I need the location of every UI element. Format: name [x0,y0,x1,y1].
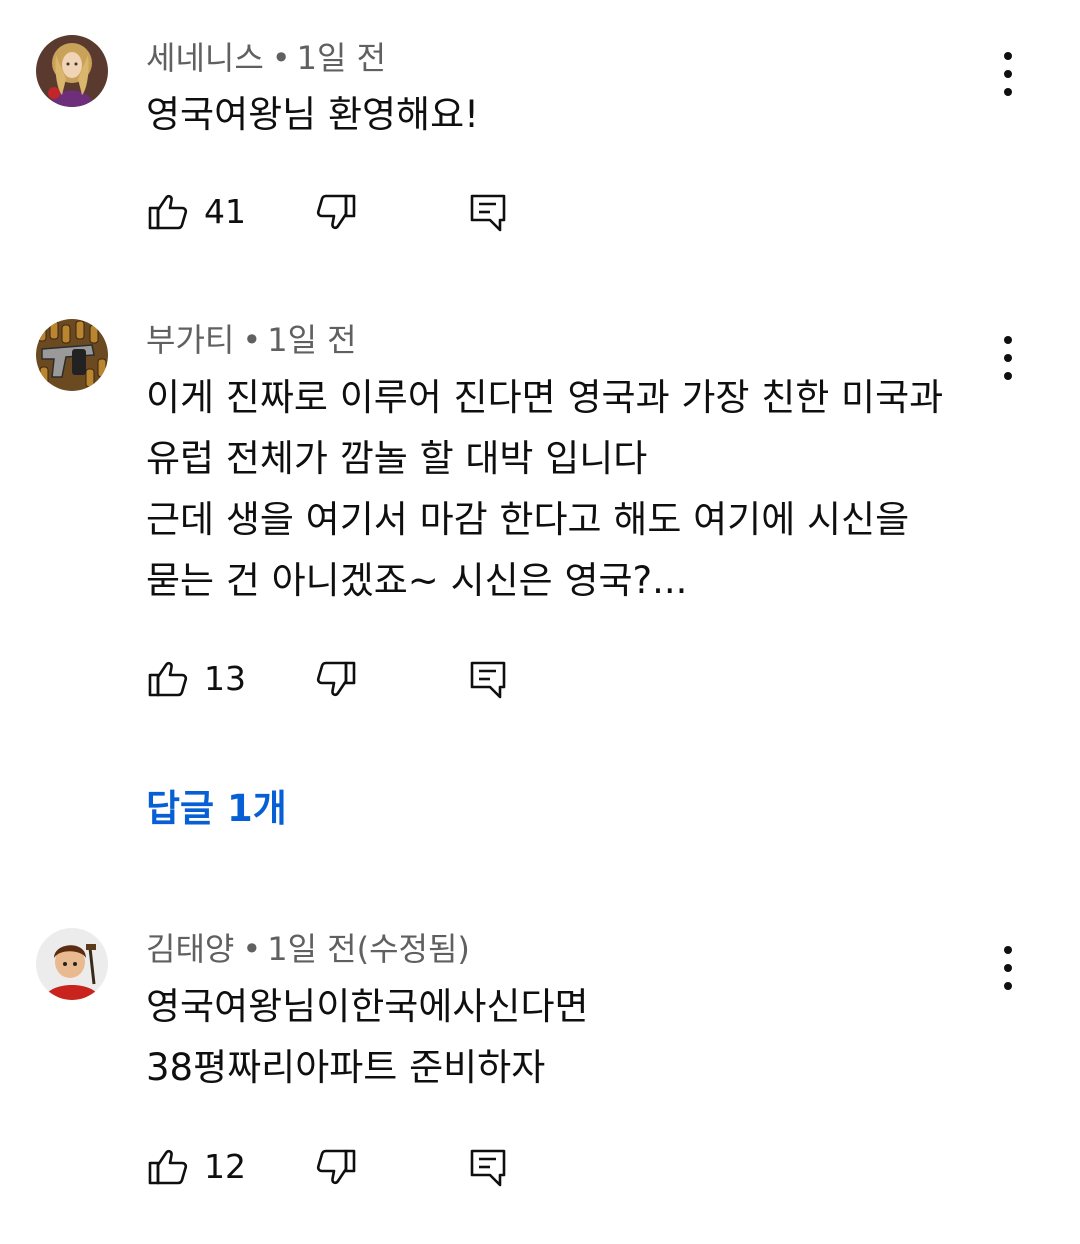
comment-author[interactable]: 김태양 [146,930,234,968]
like-count: 12 [204,1147,246,1186]
reply-comment-icon[interactable] [466,1145,510,1189]
comment-author[interactable]: 세네니스 [146,39,264,77]
avatar-pistol-bullets-icon [36,319,108,391]
like-count: 13 [204,659,246,698]
comment-line: 영국여왕님이한국에사신다면 [146,985,589,1028]
thumb-up-icon[interactable] [146,657,190,701]
dot [1004,982,1012,990]
comment-line: 38평짜리아파트 준비하자 [146,1046,546,1089]
reply-comment-icon[interactable] [466,657,510,701]
more-vert-icon[interactable] [992,946,1024,990]
avatar[interactable] [36,928,108,1000]
comment-meta: 부가티 • 1일 전 [146,320,357,360]
comment-actions: 13 [146,657,546,701]
more-vert-icon[interactable] [992,52,1024,96]
dot [1004,88,1012,96]
dot [1004,372,1012,380]
thumb-down-icon[interactable] [314,190,358,234]
dot [1004,52,1012,60]
meta-separator: • [242,321,262,359]
dot [1004,336,1012,344]
comment-text: 이게 진짜로 이루어 진다면 영국과 가장 친한 미국과 유럽 전체가 깜놀 할… [146,367,943,611]
thumb-down-icon[interactable] [314,1145,358,1189]
comment-line: 영국여왕님 환영해요! [146,93,479,136]
more-vert-icon[interactable] [992,336,1024,380]
comment-line: 이게 진짜로 이루어 진다면 영국과 가장 친한 미국과 [146,376,944,419]
meta-separator: • [271,39,291,77]
comment-text: 영국여왕님 환영해요! [146,84,479,145]
avatar-queen-illustration-icon [36,35,108,107]
thumb-up-icon[interactable] [146,190,190,234]
thumb-down-icon[interactable] [314,657,358,701]
view-replies-link[interactable]: 답글 1개 [146,786,287,832]
comment-actions: 41 [146,190,546,234]
comment-text: 영국여왕님이한국에사신다면 38평짜리아파트 준비하자 [146,976,589,1098]
avatar[interactable] [36,35,108,107]
avatar[interactable] [36,319,108,391]
avatar-cartoon-character-icon [36,928,108,1000]
dot [1004,964,1012,972]
comment-time: 1일 전 [267,321,357,359]
meta-separator: • [242,930,262,968]
comment-line: 근데 생을 여기서 마감 한다고 해도 여기에 시신을 [146,498,910,541]
comment-meta: 김태양 • 1일 전(수정됨) [146,929,470,969]
dot [1004,70,1012,78]
dot [1004,354,1012,362]
thumb-up-icon[interactable] [146,1145,190,1189]
comment-actions: 12 [146,1145,546,1189]
comment-time: 1일 전(수정됨) [267,930,470,968]
comment-time: 1일 전 [296,39,387,77]
comment-line: 유럽 전체가 깜놀 할 대박 입니다 [146,437,648,480]
dot [1004,946,1012,954]
comment-meta: 세네니스 • 1일 전 [146,38,386,78]
comment-line: 묻는 건 아니겠죠~ 시신은 영국?... [146,559,688,602]
like-count: 41 [204,192,246,231]
comment-author[interactable]: 부가티 [146,321,234,359]
reply-comment-icon[interactable] [466,190,510,234]
